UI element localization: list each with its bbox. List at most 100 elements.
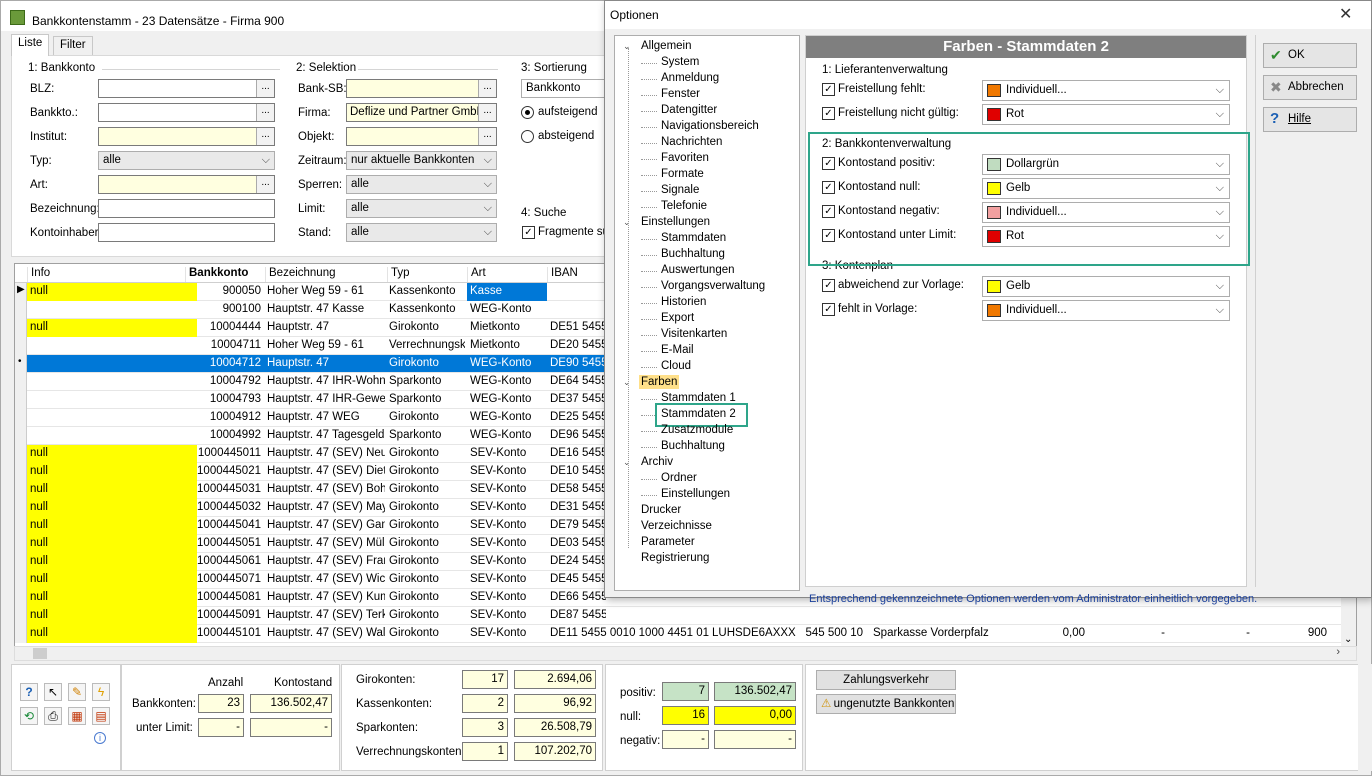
col-bezeichnung[interactable]: Bezeichnung [265,267,387,282]
zahlungsverkehr-button[interactable]: Zahlungsverkehr [816,670,956,690]
table-row[interactable]: null 1000445091 Hauptstr. 47 (SEV) Terka Gi… [15,607,1356,625]
objekt-lookup-button[interactable]: ... [478,128,496,145]
options-tree[interactable]: ⌄ Allgemein System Anmeldung Fenster Datengit… [614,35,800,591]
color-select[interactable]: Rot ⌵ [982,104,1230,125]
tree-item-child[interactable]: Ordner [659,471,699,485]
row-indicator[interactable]: ▶ [15,283,27,301]
row-indicator[interactable] [15,463,27,481]
tree-item-archiv[interactable]: Archiv [639,455,675,469]
scroll-right-icon[interactable]: › [1336,646,1340,658]
art-lookup-button[interactable]: ... [256,176,274,193]
sortierung-select[interactable]: Bankkonto [521,79,611,98]
pencil-icon[interactable]: ✎ [68,683,86,701]
bank-sb-field[interactable]: ... [346,79,497,98]
tab-filter[interactable]: Filter [53,36,93,55]
tree-item-allgemein[interactable]: Allgemein [639,39,694,53]
document-icon[interactable]: ▤ [92,707,110,725]
tree-item-child[interactable]: Visitenkarten [659,327,729,341]
col-typ[interactable]: Typ [387,267,467,282]
tree-item-child[interactable]: Nachrichten [659,135,724,149]
sort-asc-radio[interactable] [521,106,534,119]
bank-sb-lookup-button[interactable]: ... [478,80,496,97]
firma-lookup-button[interactable]: ... [478,104,496,121]
kontoinhaber-field[interactable] [98,223,275,242]
institut-lookup-button[interactable]: ... [256,128,274,145]
tree-item-child[interactable]: Formate [659,167,706,181]
horizontal-scrollbar[interactable]: › [14,646,1357,661]
tree-item-child[interactable]: Buchhaltung [659,247,727,261]
tree-item-child[interactable]: Telefonie [659,199,709,213]
firma-field[interactable]: Deflize und Partner GmbH... [346,103,497,122]
bezeichnung-field[interactable] [98,199,275,218]
scroll-thumb[interactable] [33,648,47,659]
tree-item-child[interactable]: Buchhaltung [659,439,727,453]
tree-item-root[interactable]: Verzeichnisse [639,519,714,533]
option-checkbox[interactable]: ✓ [822,279,835,292]
row-indicator[interactable] [15,373,27,391]
tree-item-child[interactable]: Stammdaten [659,231,728,245]
art-field[interactable]: ... [98,175,275,194]
blz-lookup-button[interactable]: ... [256,80,274,97]
cursor-icon[interactable]: ↖ [44,683,62,701]
row-indicator[interactable] [15,319,27,337]
row-indicator[interactable] [15,409,27,427]
row-indicator[interactable]: • [15,355,27,373]
close-icon[interactable]: ✕ [1339,4,1352,24]
row-indicator[interactable] [15,535,27,553]
ungenutzte-bankkonten-button[interactable]: ⚠ ungenutzte Bankkonten [816,694,956,714]
row-indicator[interactable] [15,301,27,319]
tree-toggle-icon[interactable]: ⌄ [623,41,631,52]
tree-toggle-icon[interactable]: ⌄ [623,217,631,228]
tree-toggle-icon[interactable]: ⌄ [623,377,631,388]
lightning-icon[interactable]: ϟ [92,683,110,701]
refresh-icon[interactable]: ⟲ [20,707,38,725]
tree-item-child[interactable]: Anmeldung [659,71,721,85]
tree-item-child[interactable]: Historien [659,295,708,309]
tree-item-child[interactable]: Auswertungen [659,263,737,277]
table-row[interactable]: null 1000445101 Hauptstr. 47 (SEV) Wald Gir… [15,625,1356,643]
row-indicator[interactable] [15,337,27,355]
row-indicator[interactable] [15,427,27,445]
sort-desc-radio[interactable] [521,130,534,143]
tree-item-child[interactable]: Einstellungen [659,487,732,501]
printer-icon[interactable]: ⎙ [44,707,62,725]
col-info[interactable]: Info [27,267,197,282]
tree-toggle-icon[interactable]: ⌄ [623,457,631,468]
institut-field[interactable]: ... [98,127,275,146]
tab-liste[interactable]: Liste [11,34,50,56]
tree-item-child[interactable]: Favoriten [659,151,711,165]
color-select[interactable]: Gelb ⌵ [982,276,1230,297]
tree-item-child[interactable]: Cloud [659,359,693,373]
zeitraum-select[interactable]: nur aktuelle Bankkonten ⌵ [346,151,497,170]
bankkto-field[interactable]: ... [98,103,275,122]
panel-scrollbar[interactable] [1358,664,1372,771]
info-icon[interactable]: i [94,732,106,744]
typ-select[interactable]: alle ⌵ [98,151,275,170]
objekt-field[interactable]: ... [346,127,497,146]
row-indicator[interactable] [15,445,27,463]
sperren-select[interactable]: alle ⌵ [346,175,497,194]
tree-item-child[interactable]: E-Mail [659,343,696,357]
tree-item-child[interactable]: Navigationsbereich [659,119,761,133]
col-bankkonto[interactable]: Bankkonto [185,267,265,282]
tree-item-farben[interactable]: Farben [639,375,680,389]
option-checkbox[interactable]: ✓ [822,107,835,120]
tree-item-root[interactable]: Parameter [639,535,697,549]
tree-item-child[interactable]: System [659,55,701,69]
row-indicator[interactable] [15,589,27,607]
row-indicator[interactable] [15,625,27,643]
col-art[interactable]: Art [467,267,547,282]
bankkto-lookup-button[interactable]: ... [256,104,274,121]
row-indicator[interactable] [15,607,27,625]
tree-item-child[interactable]: Export [659,311,696,325]
option-checkbox[interactable]: ✓ [822,303,835,316]
stand-select[interactable]: alle ⌵ [346,223,497,242]
option-checkbox[interactable]: ✓ [822,83,835,96]
tree-item-root[interactable]: Drucker [639,503,683,517]
tree-item-child[interactable]: Vorgangsverwaltung [659,279,767,293]
limit-select[interactable]: alle ⌵ [346,199,497,218]
row-indicator[interactable] [15,517,27,535]
tree-item-root[interactable]: Registrierung [639,551,711,565]
scroll-down-icon[interactable]: ⌄ [1344,634,1352,645]
tree-item-einstellungen[interactable]: Einstellungen [639,215,712,229]
